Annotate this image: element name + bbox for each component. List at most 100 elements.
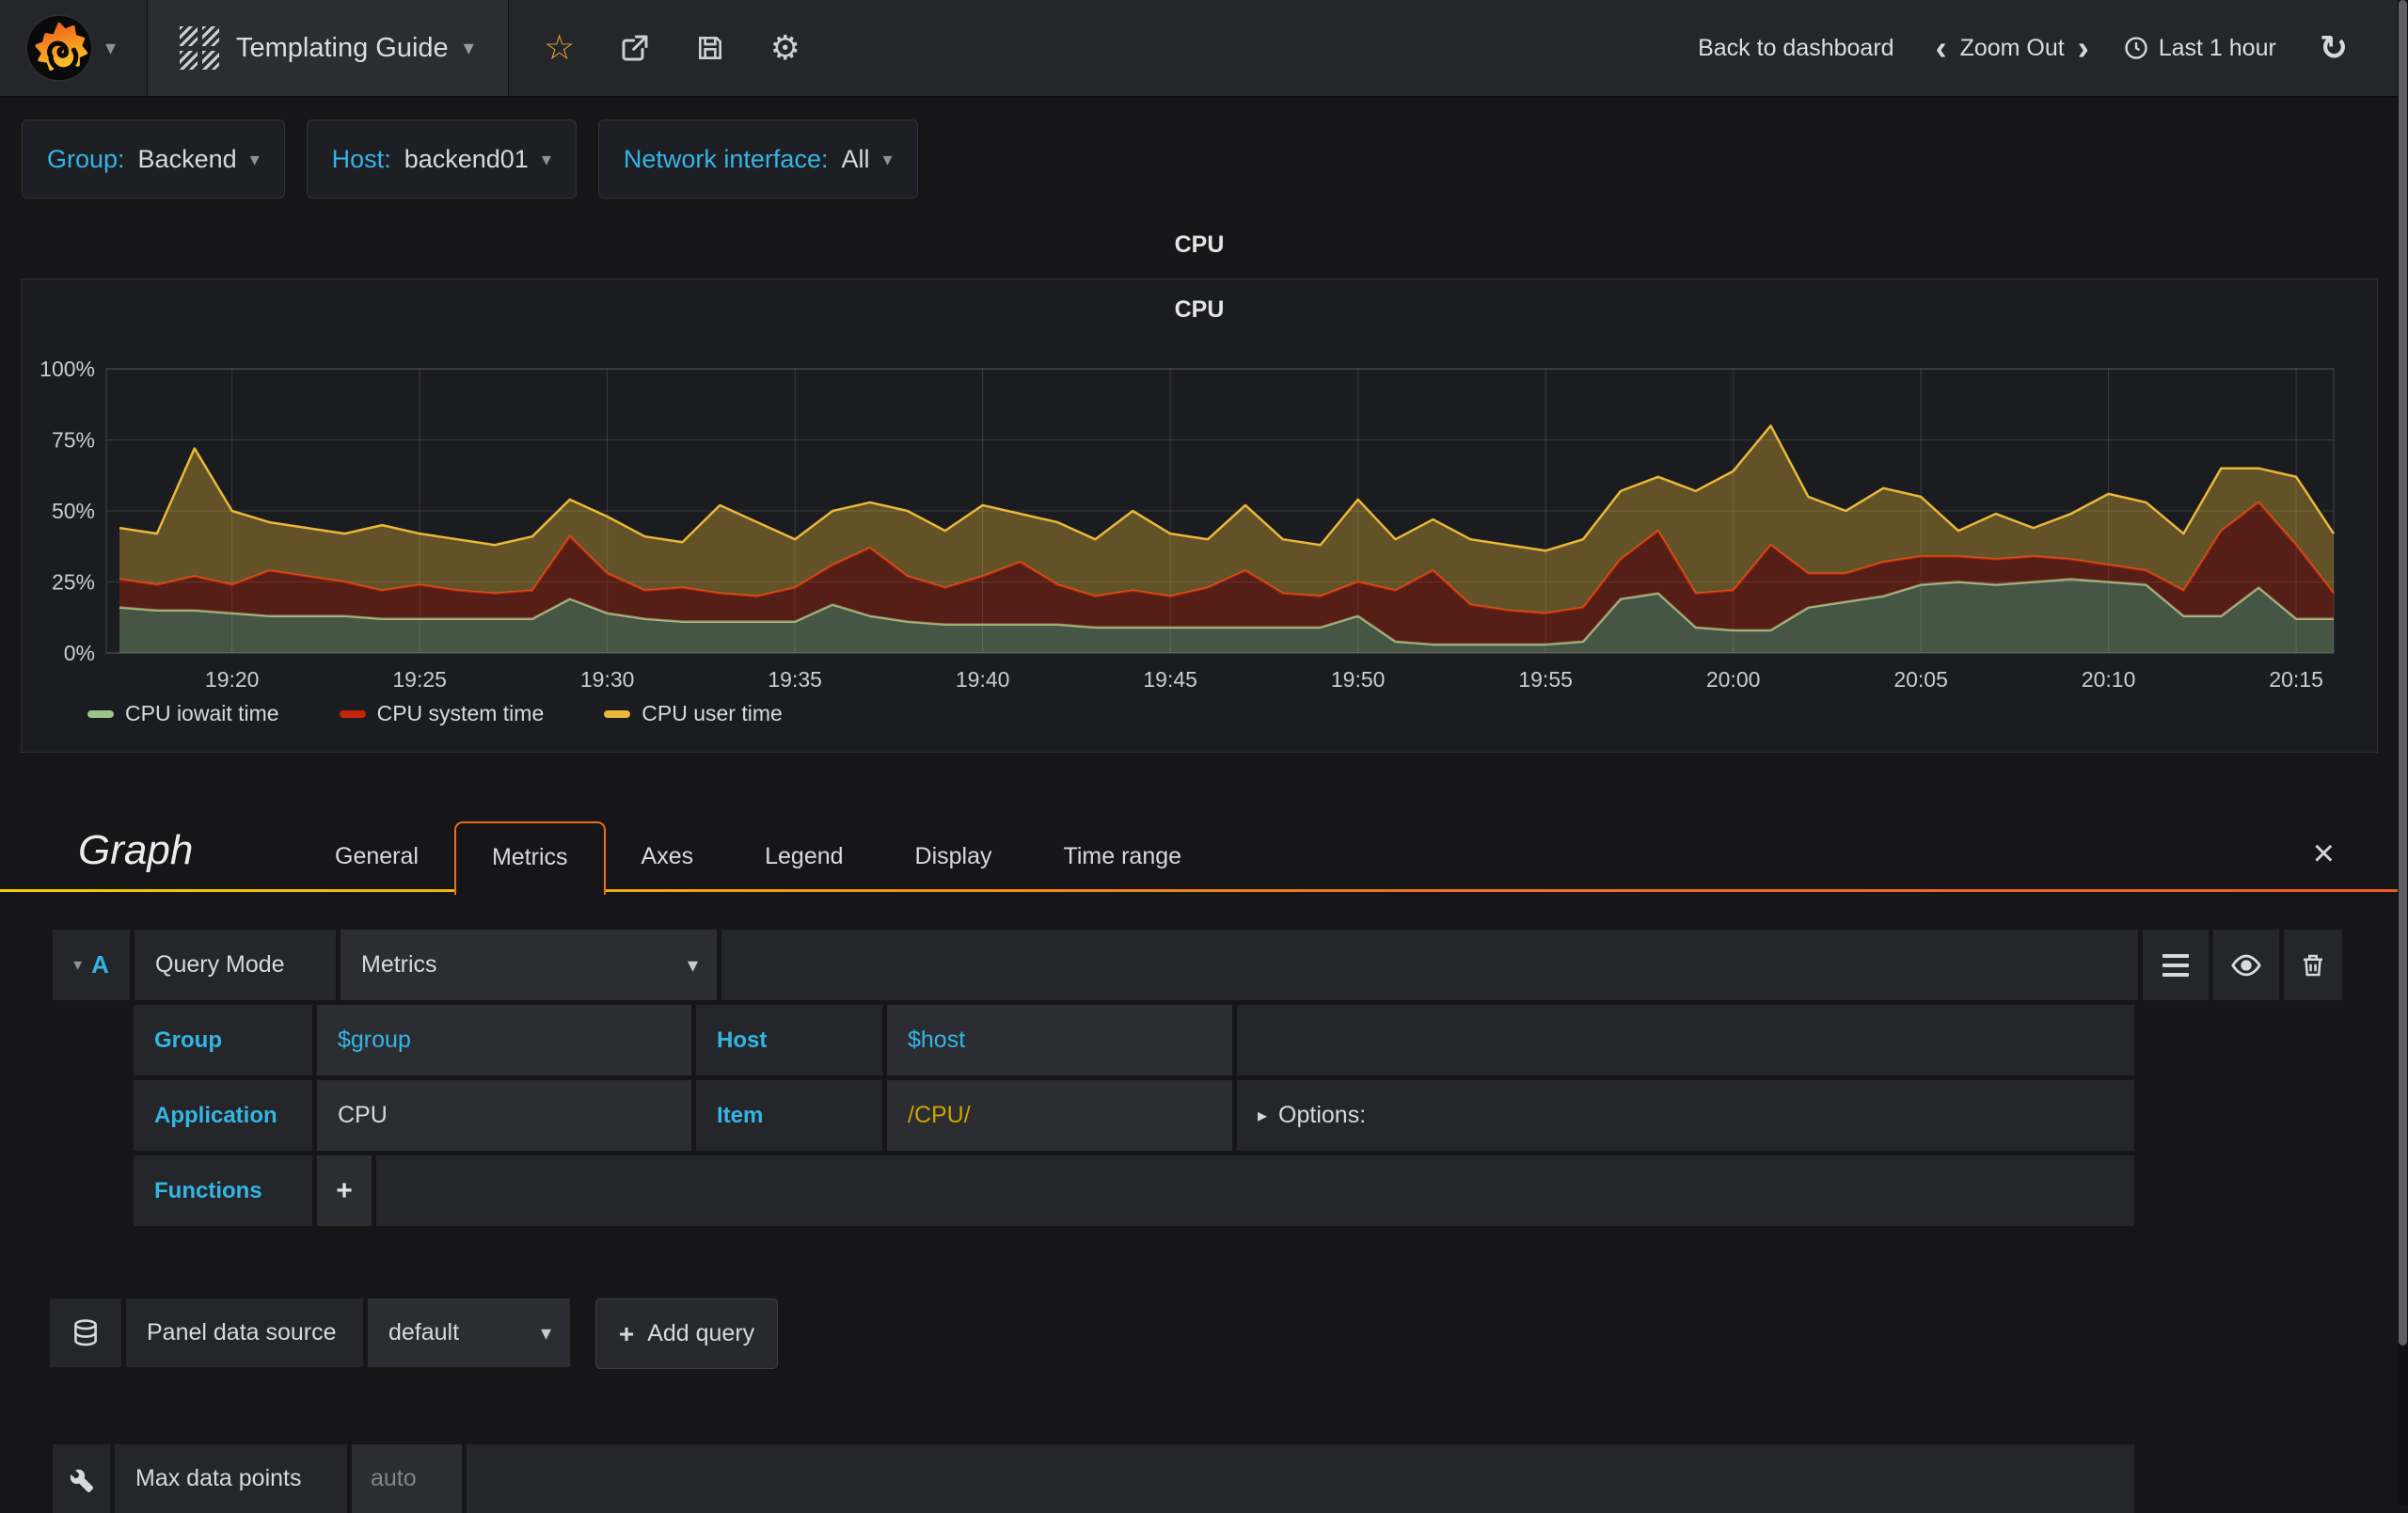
eye-icon <box>2231 954 2261 976</box>
variable-value: backend01 <box>404 144 529 173</box>
menu-icon <box>2162 953 2189 977</box>
variable-group-dropdown[interactable]: Group: Backend ▾ <box>22 119 285 199</box>
legend-label: CPU user time <box>642 701 783 725</box>
query-row-filler <box>376 1155 2134 1226</box>
panel-title[interactable]: CPU <box>21 231 2378 259</box>
variable-label: Host: <box>331 144 391 173</box>
panel-type-title: Graph <box>78 827 194 873</box>
tab-time-range[interactable]: Time range <box>1028 821 1218 892</box>
share-icon <box>622 35 648 61</box>
group-label: Group <box>134 1005 312 1075</box>
query-ref-toggle[interactable]: ▾ A <box>53 930 130 1000</box>
datasource-label: Panel data source <box>126 1298 363 1367</box>
shift-time-forward-button[interactable]: › <box>2070 31 2097 65</box>
scrollbar-thumb[interactable] <box>2399 0 2407 1346</box>
svg-text:19:35: 19:35 <box>768 667 822 692</box>
close-editor-button[interactable]: × <box>2313 835 2335 872</box>
editor-tabs: General Metrics Axes Legend Display Time… <box>299 821 1218 895</box>
cpu-stacked-area-chart[interactable]: 0% 25% 50% 75% 100% 19:20 19:25 19:30 19:35 19:40… <box>22 279 2377 752</box>
tab-general[interactable]: General <box>299 821 454 892</box>
template-variables-row: Group: Backend ▾ Host: backend01 ▾ Netwo… <box>22 119 918 199</box>
tab-metrics[interactable]: Metrics <box>453 821 606 895</box>
chevron-down-icon: ▾ <box>882 149 893 170</box>
refresh-button[interactable]: ↻ <box>2320 28 2348 68</box>
variable-host-dropdown[interactable]: Host: backend01 ▾ <box>306 119 577 199</box>
svg-text:20:10: 20:10 <box>2082 667 2136 692</box>
star-icon: ☆ <box>544 28 576 67</box>
title-caret-icon: ▾ <box>463 36 474 59</box>
host-input[interactable]: $host <box>887 1005 1232 1075</box>
add-query-button[interactable]: + Add query <box>595 1298 778 1369</box>
navbar: ▾ Templating Guide ▾ ☆ ⚙ Back to dashboa… <box>0 0 2408 98</box>
query-mode-select[interactable]: Metrics ▾ <box>341 930 717 1000</box>
legend-item-iowait[interactable]: CPU iowait time <box>87 701 279 726</box>
svg-text:100%: 100% <box>40 357 95 381</box>
query-delete-button[interactable] <box>2284 930 2342 1000</box>
item-label: Item <box>696 1080 882 1151</box>
database-icon <box>74 1318 97 1346</box>
host-label: Host <box>696 1005 882 1075</box>
legend-item-user[interactable]: CPU user time <box>604 701 783 726</box>
options-label: Options: <box>1278 1102 1367 1128</box>
svg-text:20:00: 20:00 <box>1706 667 1761 692</box>
legend-label: CPU iowait time <box>125 701 279 725</box>
query-toggle-visibility-button[interactable] <box>2213 930 2279 1000</box>
svg-text:25%: 25% <box>52 570 95 595</box>
page-scrollbar[interactable] <box>2398 0 2408 1505</box>
item-input[interactable]: /CPU/ <box>887 1080 1232 1151</box>
svg-text:75%: 75% <box>52 428 95 453</box>
application-label: Application <box>134 1080 312 1151</box>
variable-value: Backend <box>137 144 237 173</box>
back-to-dashboard-link[interactable]: Back to dashboard <box>1698 35 1893 62</box>
group-input[interactable]: $group <box>317 1005 691 1075</box>
time-range-label: Last 1 hour <box>2158 34 2276 61</box>
svg-text:19:55: 19:55 <box>1518 667 1573 692</box>
zoom-out-button[interactable]: Zoom Out <box>1955 35 2070 62</box>
logo-caret-icon: ▾ <box>105 36 117 59</box>
settings-button[interactable]: ⚙ <box>768 31 802 65</box>
query-row-application-item: Application CPU Item /CPU/ ▸ Options: <box>134 1080 2134 1151</box>
tab-legend[interactable]: Legend <box>729 821 879 892</box>
legend-item-system[interactable]: CPU system time <box>339 701 545 726</box>
share-button[interactable] <box>618 31 652 65</box>
datasource-select[interactable]: default ▾ <box>368 1298 570 1367</box>
grafana-logo-button[interactable]: ▾ <box>0 0 148 96</box>
caret-right-icon: ▸ <box>1258 1106 1268 1126</box>
svg-text:20:15: 20:15 <box>2269 667 2323 692</box>
query-row-a: ▾ A Query Mode Metrics ▾ <box>53 930 2342 1000</box>
dashboard-title-dropdown[interactable]: Templating Guide ▾ <box>148 0 509 96</box>
options-toggle[interactable]: ▸ Options: <box>1237 1080 2134 1151</box>
legend-swatch-icon <box>87 709 114 718</box>
svg-text:19:20: 19:20 <box>205 667 260 692</box>
svg-text:0%: 0% <box>64 641 95 665</box>
tab-display[interactable]: Display <box>879 821 1028 892</box>
query-ref-letter: A <box>91 950 109 979</box>
query-row-group-host: Group $group Host $host <box>134 1005 2134 1075</box>
save-button[interactable] <box>693 31 727 65</box>
shift-time-back-button[interactable]: ‹ <box>1928 31 1955 65</box>
application-input[interactable]: CPU <box>317 1080 691 1151</box>
add-query-label: Add query <box>647 1320 755 1346</box>
panel-settings-icon-cell <box>53 1444 110 1513</box>
add-function-button[interactable]: + <box>317 1155 372 1226</box>
chevron-down-icon: ▾ <box>687 952 698 977</box>
legend-label: CPU system time <box>376 701 545 725</box>
variable-netif-dropdown[interactable]: Network interface: All ▾ <box>597 119 918 199</box>
time-picker-button[interactable]: Last 1 hour <box>2123 35 2276 62</box>
datasource-value: default <box>388 1319 460 1346</box>
graph-panel: CPU 0% 25% 50% 75% 100% 19:20 19:25 19:30 19:35 1… <box>21 279 2378 753</box>
grafana-logo-icon <box>25 14 93 82</box>
star-button[interactable]: ☆ <box>543 28 577 67</box>
svg-text:19:30: 19:30 <box>580 667 635 692</box>
plus-icon: + <box>618 1318 635 1348</box>
collapse-caret-icon: ▾ <box>73 955 83 974</box>
query-mode-value: Metrics <box>361 951 437 978</box>
save-icon <box>698 37 721 59</box>
dashboard-grid-icon <box>180 26 219 70</box>
query-mode-label: Query Mode <box>135 930 336 1000</box>
max-data-points-input[interactable] <box>352 1444 462 1513</box>
tab-axes[interactable]: Axes <box>606 821 730 892</box>
query-menu-button[interactable] <box>2143 930 2209 1000</box>
variable-label: Network interface: <box>623 144 829 173</box>
chevron-down-icon: ▾ <box>249 149 260 170</box>
